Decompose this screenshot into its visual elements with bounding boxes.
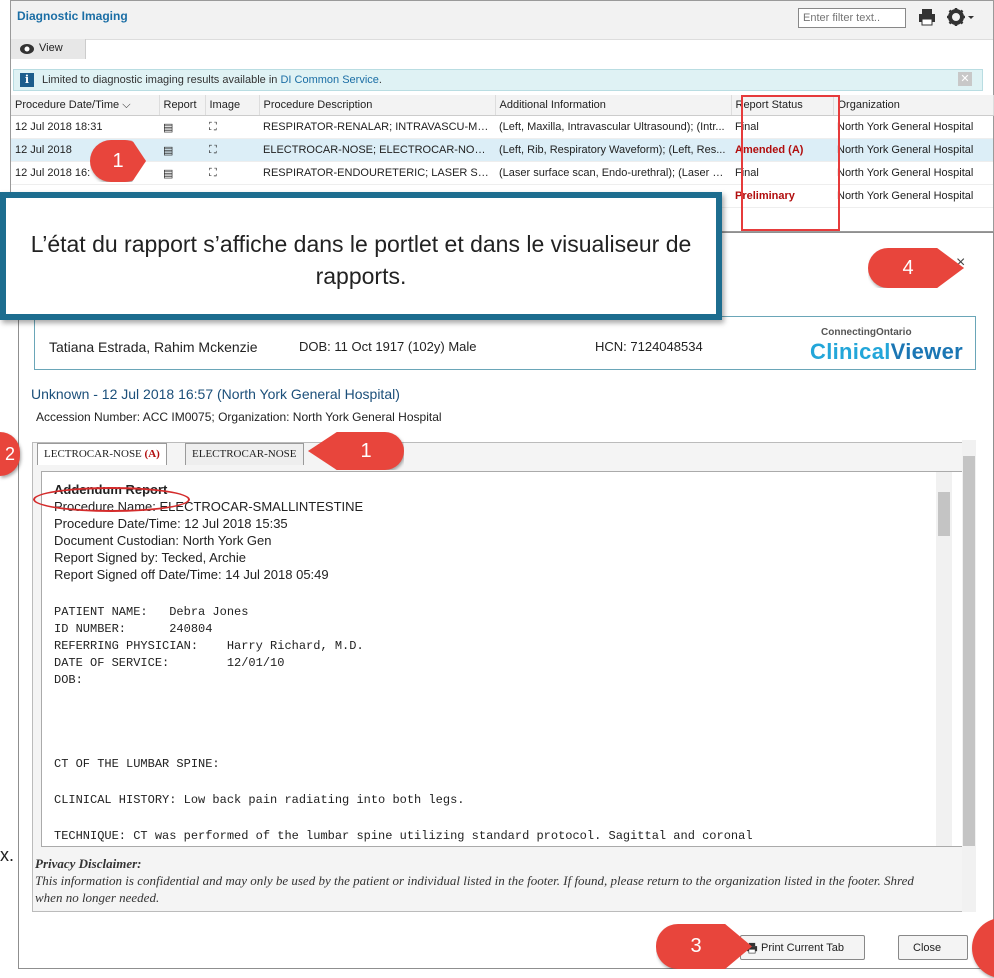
disclaimer-title: Privacy Disclaimer: — [35, 856, 142, 871]
info-icon: i — [20, 73, 34, 87]
report-mono-line: CLINICAL HISTORY: Low back pain radiatin… — [54, 793, 465, 807]
col-date[interactable]: Procedure Date/Time ⌵ — [11, 95, 160, 116]
status-highlight-box — [741, 95, 840, 231]
privacy-disclaimer: Privacy Disclaimer: This information is … — [35, 855, 935, 906]
patient-dob: DOB: 11 Oct 1917 (102y) Male — [299, 339, 477, 354]
callout-text: L’état du rapport s’affiche dans le port… — [30, 231, 692, 289]
image-icon[interactable]: ⛶ — [205, 115, 259, 139]
info-banner: i Limited to diagnostic imaging results … — [13, 69, 983, 91]
brand-top: ConnectingOntario — [821, 327, 912, 338]
info-text: Limited to diagnostic imaging results av… — [42, 74, 382, 86]
callout-box: L’état du rapport s’affiche dans le port… — [0, 192, 722, 320]
patient-banner: Tatiana Estrada, Rahim Mckenzie DOB: 11 … — [34, 316, 976, 370]
report-line: Procedure Date/Time: 12 Jul 2018 15:35 — [54, 516, 288, 531]
image-icon[interactable]: ⛶ — [205, 161, 259, 185]
report-body[interactable]: Addendum Report Procedure Name: ELECTROC… — [41, 471, 971, 847]
report-mono-line: DOB: — [54, 673, 83, 687]
report-line: Document Custodian: North York Gen — [54, 533, 272, 548]
sort-chevron-icon: ⌵ — [122, 98, 131, 111]
table-row[interactable]: 12 Jul 2018 18:31 ▤ ⛶ RESPIRATOR-RENALAR… — [11, 115, 993, 139]
col-additional-info[interactable]: Additional Information — [495, 95, 732, 116]
gear-icon[interactable] — [945, 6, 975, 28]
encounter-title: Unknown - 12 Jul 2018 16:57 (North York … — [31, 386, 400, 402]
print-label: Print Current Tab — [761, 942, 844, 954]
patient-hcn: HCN: 7124048534 — [595, 339, 703, 354]
report-mono-line: DATE OF SERVICE: 12/01/10 — [54, 656, 285, 670]
image-icon[interactable]: ⛶ — [205, 138, 259, 162]
col-report[interactable]: Report — [159, 95, 206, 116]
print-icon[interactable] — [916, 6, 938, 28]
clinical-viewer-logo: ClinicalViewer — [810, 339, 963, 364]
eye-icon — [20, 44, 34, 54]
report-mono-line: REFERRING PHYSICIAN: Harry Richard, M.D. — [54, 639, 364, 653]
filter-input[interactable] — [798, 8, 906, 28]
disclaimer-text: This information is confidential and may… — [35, 873, 914, 905]
close-label: Close — [913, 942, 942, 954]
step-badge-2: 2 — [0, 432, 20, 476]
view-button[interactable]: View — [11, 39, 86, 59]
print-current-tab-button[interactable]: Print Current Tab — [740, 935, 865, 960]
portlet-title: Diagnostic Imaging — [17, 9, 128, 23]
portlet-header: Diagnostic Imaging — [11, 1, 993, 40]
tab-report-amended[interactable]: LECTROCAR-NOSE (A) — [37, 443, 167, 465]
view-label: View — [39, 42, 63, 54]
amended-flag: (A) — [144, 448, 160, 460]
dialog-scroll-thumb[interactable] — [963, 456, 975, 846]
report-line: Report Signed by: Tecked, Archie — [54, 550, 246, 565]
report-mono-line: TECHNIQUE: CT was performed of the lumba… — [54, 829, 753, 843]
report-icon[interactable]: ▤ — [159, 115, 205, 139]
col-organization[interactable]: Organization — [833, 95, 994, 116]
close-button[interactable]: Close — [898, 935, 968, 960]
accession-line: Accession Number: ACC IM0075; Organizati… — [36, 410, 442, 424]
report-line: Report Signed off Date/Time: 14 Jul 2018… — [54, 567, 329, 582]
report-mono-line: PATIENT NAME: Debra Jones — [54, 605, 249, 619]
col-description[interactable]: Procedure Description — [259, 95, 496, 116]
table-row[interactable]: 12 Jul 2018 ▤ ⛶ ELECTROCAR-NOSE; ELECTRO… — [11, 138, 993, 162]
report-mono-line: ID NUMBER: 240804 — [54, 622, 213, 636]
report-mono-line: CT OF THE LUMBAR SPINE: — [54, 757, 220, 771]
col-image[interactable]: Image — [205, 95, 260, 116]
report-icon[interactable]: ▤ — [159, 138, 205, 162]
patient-name: Tatiana Estrada, Rahim Mckenzie — [49, 339, 258, 355]
di-common-service-link[interactable]: DI Common Service — [280, 74, 378, 86]
report-icon[interactable]: ▤ — [159, 161, 205, 185]
close-banner-icon[interactable]: ✕ — [958, 72, 972, 86]
tab-report-original[interactable]: ELECTROCAR-NOSE — [185, 443, 304, 465]
addendum-highlight-ring — [33, 487, 190, 512]
report-scroll-thumb[interactable] — [938, 492, 950, 536]
table-row[interactable]: 12 Jul 2018 16: ▤ ⛶ RESPIRATOR-ENDOURETE… — [11, 161, 993, 185]
stray-text: x. — [0, 845, 15, 865]
report-tabs: LECTROCAR-NOSE (A) ELECTROCAR-NOSE Adden… — [32, 442, 972, 912]
